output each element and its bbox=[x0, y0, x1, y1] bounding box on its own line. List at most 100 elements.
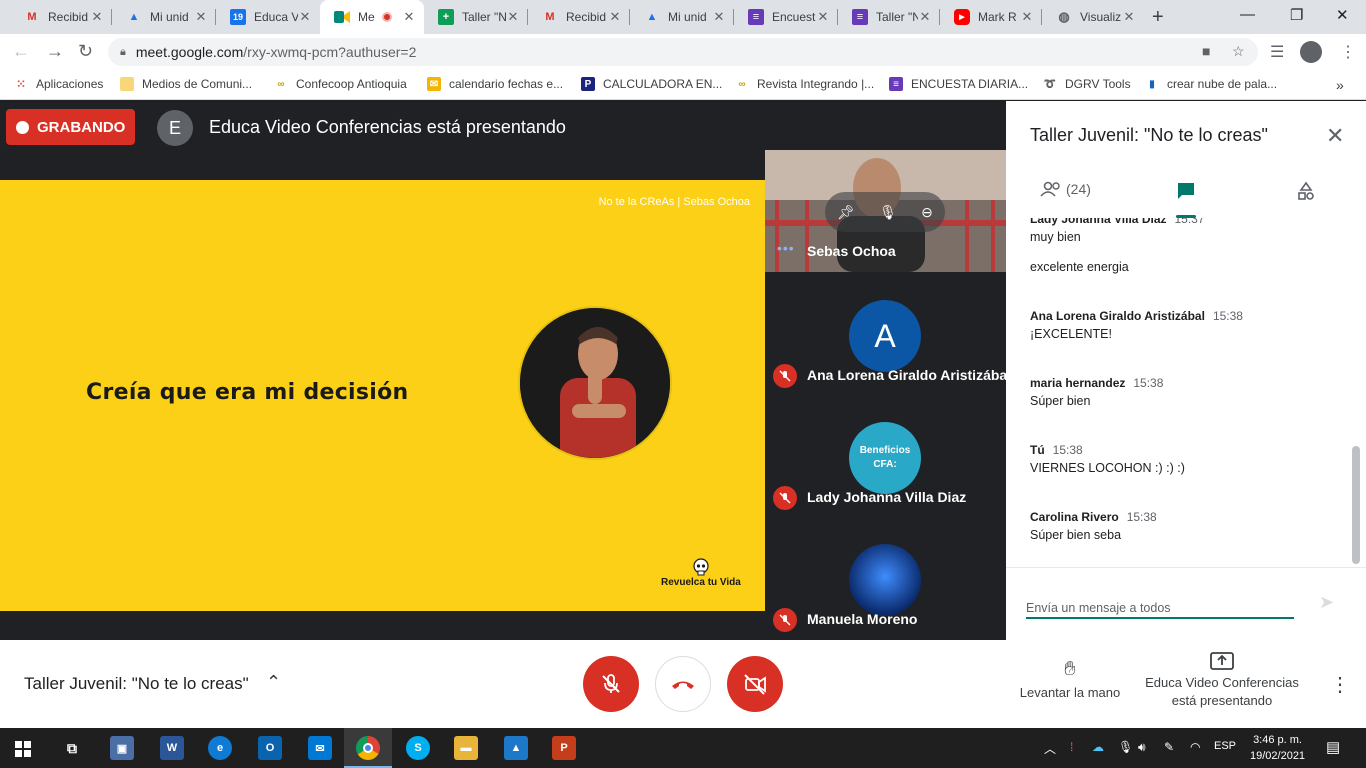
edge-icon[interactable]: e bbox=[208, 736, 232, 760]
close-tab-icon[interactable]: ✕ bbox=[298, 9, 312, 25]
chrome-icon[interactable] bbox=[356, 736, 380, 760]
close-tab-icon[interactable]: ✕ bbox=[90, 9, 104, 25]
chat-scrollbar[interactable] bbox=[1352, 446, 1360, 564]
gmail-icon: M bbox=[27, 11, 37, 23]
camera-indicator-icon[interactable]: ■ bbox=[1202, 43, 1210, 59]
tab-activities[interactable] bbox=[1296, 181, 1316, 201]
participant-tile[interactable]: Beneficios CFA: Lady Johanna Villa Diaz bbox=[765, 396, 1006, 518]
close-tab-icon[interactable]: ✕ bbox=[402, 9, 416, 25]
close-tab-icon[interactable]: ✕ bbox=[816, 9, 830, 25]
microphone-tray-icon[interactable]: 🎙︎ bbox=[1118, 740, 1133, 754]
chat-message-input[interactable] bbox=[1026, 598, 1294, 619]
tray-app-icon[interactable]: ⁞ bbox=[1070, 740, 1073, 754]
notifications-icon[interactable]: ▤ bbox=[1326, 738, 1340, 756]
microphone-icon[interactable]: 🎙︎ bbox=[879, 204, 897, 221]
photos-icon[interactable]: ▲ bbox=[504, 736, 528, 760]
tray-expand-icon[interactable]: ︿ bbox=[1044, 740, 1056, 757]
bookmark-item[interactable]: ∞ Revista Integrando |... bbox=[735, 77, 874, 91]
reload-icon[interactable]: ↻ bbox=[78, 41, 93, 62]
browser-tab[interactable]: M Recibid ✕ bbox=[528, 0, 630, 34]
volume-icon[interactable]: 🔊︎ bbox=[1138, 740, 1146, 755]
chat-message: Carolina Rivero 15:38 Súper bien seba bbox=[1030, 510, 1350, 542]
folder-icon bbox=[120, 77, 134, 91]
bookmark-item[interactable]: ✉ calendario fechas e... bbox=[427, 77, 563, 91]
chrome-menu-icon[interactable]: ⋮ bbox=[1340, 42, 1356, 62]
raise-hand-button[interactable]: ✋︎ Levantar la mano bbox=[1012, 658, 1128, 700]
pen-icon[interactable]: ✎ bbox=[1164, 740, 1174, 754]
restore-icon[interactable]: ❐ bbox=[1290, 6, 1303, 24]
close-panel-icon[interactable]: ✕ bbox=[1326, 123, 1344, 149]
forward-arrow-icon[interactable]: → bbox=[46, 41, 64, 62]
close-tab-icon[interactable]: ✕ bbox=[918, 9, 932, 25]
file-explorer-icon[interactable]: ▬ bbox=[454, 736, 478, 760]
tab-people[interactable]: (24) bbox=[1040, 181, 1091, 197]
system-clock[interactable]: 3:46 p. m. 19/02/2021 bbox=[1250, 732, 1305, 764]
close-tab-icon[interactable]: ✕ bbox=[712, 9, 726, 25]
store-icon[interactable]: ▣ bbox=[110, 736, 134, 760]
participant-name: Sebas Ochoa bbox=[807, 243, 896, 259]
browser-tab-active[interactable]: Me ✕ bbox=[320, 0, 424, 34]
close-tab-icon[interactable]: ✕ bbox=[194, 9, 208, 25]
browser-tab[interactable]: ▶ Mark R ✕ bbox=[940, 0, 1042, 34]
language-indicator[interactable]: ESP bbox=[1214, 740, 1236, 752]
bookmark-item[interactable]: Medios de Comuni... bbox=[120, 77, 252, 91]
windows-start-icon[interactable] bbox=[15, 741, 31, 757]
gmail-icon: M bbox=[545, 11, 555, 23]
onedrive-icon[interactable]: ☁ bbox=[1092, 740, 1104, 754]
participant-tile[interactable]: Manuela Moreno bbox=[765, 518, 1006, 640]
bookmark-item[interactable]: ≡ ENCUESTA DIARIA... bbox=[889, 77, 1028, 91]
message-time: 15:37 bbox=[1174, 218, 1205, 226]
bookmark-item[interactable]: ▮ crear nube de pala... bbox=[1145, 77, 1277, 91]
chat-message: Ana Lorena Giraldo Aristizábal 15:38 ¡EXC… bbox=[1030, 309, 1350, 341]
window-close-icon[interactable]: ✕ bbox=[1336, 6, 1349, 24]
browser-tab[interactable]: 19 Educa V ✕ bbox=[216, 0, 320, 34]
browser-tab[interactable]: ◍ Visualiz ✕ bbox=[1042, 0, 1144, 34]
close-tab-icon[interactable]: ✕ bbox=[1122, 9, 1136, 25]
browser-tab[interactable]: ▲ Mi unid ✕ bbox=[112, 0, 216, 34]
close-tab-icon[interactable]: ✕ bbox=[506, 9, 520, 25]
remove-icon[interactable]: ⊖ bbox=[921, 204, 933, 221]
leave-call-button[interactable] bbox=[655, 656, 711, 712]
new-tab-plus-icon[interactable]: + bbox=[1152, 6, 1164, 29]
drive-icon: ▲ bbox=[646, 11, 658, 23]
browser-tab[interactable]: ≡ Encuest ✕ bbox=[734, 0, 838, 34]
browser-tab[interactable]: ▲ Mi unid ✕ bbox=[630, 0, 734, 34]
wifi-icon[interactable]: ◠ bbox=[1190, 740, 1200, 754]
meeting-title: Taller Juvenil: "No te lo creas" bbox=[24, 674, 249, 693]
minimize-icon[interactable]: — bbox=[1240, 6, 1255, 23]
drive-icon: ▲ bbox=[128, 11, 140, 23]
tab-chat[interactable] bbox=[1176, 181, 1196, 201]
task-view-icon[interactable]: ⧉ bbox=[60, 736, 84, 760]
bookmark-item[interactable]: ⁙ Aplicaciones bbox=[14, 77, 103, 91]
browser-tab[interactable]: ≡ Taller "N ✕ bbox=[838, 0, 940, 34]
outlook-icon[interactable]: O bbox=[258, 736, 282, 760]
bookmarks-overflow-icon[interactable]: » bbox=[1336, 77, 1344, 93]
participant-tile[interactable]: A Ana Lorena Giraldo Aristizábal bbox=[765, 274, 1011, 396]
chevron-up-icon[interactable]: ⌃ bbox=[266, 672, 281, 693]
present-now-button[interactable]: Educa Video Conferencias está presentand… bbox=[1136, 652, 1308, 710]
media-queue-icon[interactable]: ☰ bbox=[1270, 42, 1284, 62]
chat-message: Tú 15:38 VIERNES LOCOHON :) :) :) bbox=[1030, 443, 1350, 475]
camera-off-button[interactable] bbox=[727, 656, 783, 712]
pin-icon[interactable]: 📌︎ bbox=[837, 204, 855, 221]
more-options-icon[interactable]: ⋮ bbox=[1330, 672, 1350, 697]
back-arrow-icon[interactable]: ← bbox=[12, 41, 30, 62]
send-icon[interactable]: ➤ bbox=[1319, 592, 1334, 613]
close-tab-icon[interactable]: ✕ bbox=[1020, 9, 1034, 25]
powerpoint-icon[interactable]: P bbox=[552, 736, 576, 760]
bookmark-star-icon[interactable]: ☆ bbox=[1232, 43, 1245, 60]
profile-avatar-icon[interactable] bbox=[1300, 41, 1322, 63]
participant-name: Manuela Moreno bbox=[807, 611, 918, 627]
participant-tile-self[interactable]: 📌︎ 🎙︎ ⊖ ••• Sebas Ochoa bbox=[765, 150, 1006, 272]
microphone-off-button[interactable] bbox=[583, 656, 639, 712]
mail-icon[interactable]: ✉ bbox=[308, 736, 332, 760]
browser-tab[interactable]: + Taller "N ✕ bbox=[424, 0, 528, 34]
skype-icon[interactable]: S bbox=[406, 736, 430, 760]
bookmark-item[interactable]: ∞ Confecoop Antioquia bbox=[274, 77, 406, 91]
address-bar[interactable]: 🔒︎ meet.google.com/rxy-xwmq-pcm?authuser… bbox=[108, 38, 1258, 66]
bookmark-item[interactable]: P CALCULADORA EN... bbox=[581, 77, 722, 91]
browser-tab[interactable]: M Recibid ✕ bbox=[10, 0, 112, 34]
close-tab-icon[interactable]: ✕ bbox=[608, 9, 622, 25]
word-icon[interactable]: W bbox=[160, 736, 184, 760]
bookmark-item[interactable]: ➰ DGRV Tools bbox=[1043, 77, 1131, 91]
